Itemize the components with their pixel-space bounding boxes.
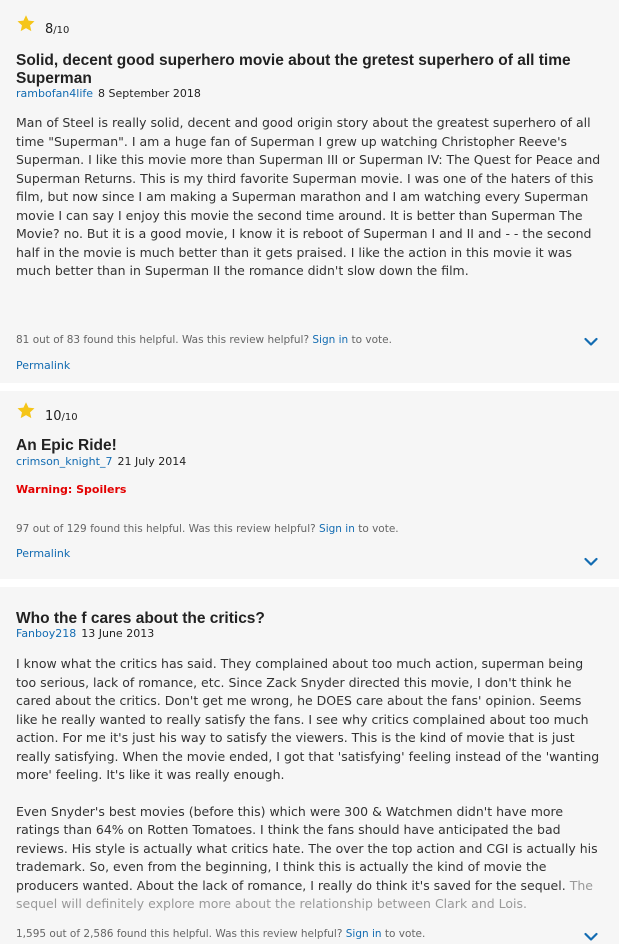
review-title: An Epic Ride! bbox=[16, 437, 117, 454]
sign-in-link[interactable]: Sign in bbox=[346, 928, 382, 940]
review-body: I know what the critics has said. They c… bbox=[16, 655, 603, 914]
review-card: 8/10 Solid, decent good superhero movie … bbox=[0, 0, 619, 383]
author-link[interactable]: Fanboy218 bbox=[16, 627, 76, 640]
sign-in-link[interactable]: Sign in bbox=[312, 334, 348, 346]
review-rating: 10/10 bbox=[16, 401, 78, 424]
rating-value: 8 bbox=[45, 22, 54, 37]
permalink[interactable]: Permalink bbox=[16, 359, 70, 372]
helpful-count: 97 out of 129 found this helpful. Was th… bbox=[16, 523, 316, 535]
review-paragraph: I know what the critics has said. They c… bbox=[16, 656, 600, 782]
review-meta: Fanboy218 13 June 2013 bbox=[16, 627, 154, 640]
chevron-down-icon[interactable] bbox=[584, 337, 598, 347]
review-meta: crimson_knight_7 21 July 2014 bbox=[16, 455, 186, 468]
review-date: 13 June 2013 bbox=[81, 627, 155, 640]
review-title: Solid, decent good superhero movie about… bbox=[16, 52, 571, 87]
review-paragraph: Man of Steel is really solid, decent and… bbox=[16, 115, 601, 278]
to-vote-text: to vote. bbox=[384, 928, 426, 940]
chevron-down-icon[interactable] bbox=[584, 932, 598, 942]
star-icon bbox=[17, 402, 35, 419]
rating-max: /10 bbox=[61, 412, 78, 423]
helpful-prompt: 97 out of 129 found this helpful. Was th… bbox=[16, 523, 399, 535]
review-date: 8 September 2018 bbox=[98, 87, 201, 100]
review-paragraph: Even Snyder's best movies (before this) … bbox=[16, 803, 603, 914]
spoiler-warning[interactable]: Warning: Spoilers bbox=[16, 483, 126, 496]
review-meta: rambofan4life 8 September 2018 bbox=[16, 87, 201, 100]
review-card: Who the f cares about the critics? Fanbo… bbox=[0, 587, 619, 944]
review-rating: 8/10 bbox=[16, 14, 69, 37]
author-link[interactable]: crimson_knight_7 bbox=[16, 455, 112, 468]
helpful-prompt: 81 out of 83 found this helpful. Was thi… bbox=[16, 334, 392, 346]
helpful-count: 1,595 out of 2,586 found this helpful. W… bbox=[16, 928, 343, 940]
star-icon bbox=[17, 15, 35, 32]
review-card: 10/10 An Epic Ride! crimson_knight_7 21 J… bbox=[0, 391, 619, 579]
chevron-down-icon[interactable] bbox=[584, 557, 598, 567]
to-vote-text: to vote. bbox=[351, 334, 392, 346]
review-body: Man of Steel is really solid, decent and… bbox=[16, 114, 603, 299]
to-vote-text: to vote. bbox=[358, 523, 399, 535]
author-link[interactable]: rambofan4life bbox=[16, 87, 93, 100]
permalink[interactable]: Permalink bbox=[16, 547, 70, 560]
sign-in-link[interactable]: Sign in bbox=[319, 523, 355, 535]
rating-max: /10 bbox=[53, 25, 70, 36]
helpful-prompt: 1,595 out of 2,586 found this helpful. W… bbox=[16, 928, 425, 940]
review-title: Who the f cares about the critics? bbox=[16, 610, 265, 627]
review-date: 21 July 2014 bbox=[117, 455, 187, 468]
rating-value: 10 bbox=[45, 409, 62, 424]
review-paragraph-text: Even Snyder's best movies (before this) … bbox=[16, 803, 598, 893]
helpful-count: 81 out of 83 found this helpful. Was thi… bbox=[16, 334, 310, 346]
